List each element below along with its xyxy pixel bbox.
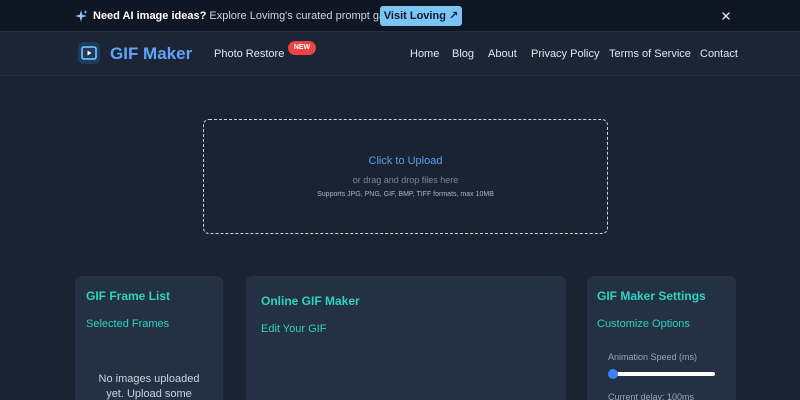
frame-list-panel: GIF Frame List Selected Frames No images… xyxy=(75,276,223,400)
gif-maker-panel: Online GIF Maker Edit Your GIF xyxy=(246,276,566,400)
announcement-body: Explore Lovimg's curated prompt gallery. xyxy=(206,10,408,22)
settings-title: GIF Maker Settings xyxy=(597,289,706,303)
nav-about[interactable]: About xyxy=(488,47,517,61)
animation-speed-label: Animation Speed (ms) xyxy=(608,352,698,362)
slider-thumb[interactable] xyxy=(608,369,618,379)
empty-message-line-2: yet. Upload some xyxy=(106,388,192,400)
site-header: GIF Maker Photo Restore NEW Home Blog Ab… xyxy=(0,33,800,76)
animation-speed-slider[interactable] xyxy=(610,372,715,376)
current-delay-text: Current delay: 100ms xyxy=(608,392,695,400)
settings-panel: GIF Maker Settings Customize Options Ani… xyxy=(587,276,736,400)
close-icon[interactable] xyxy=(719,9,733,23)
empty-message-line-1: No images uploaded xyxy=(98,373,200,385)
gif-maker-title: Online GIF Maker xyxy=(261,294,360,308)
sparkles-icon xyxy=(75,10,88,22)
nav-terms-of-service[interactable]: Terms of Service xyxy=(609,47,691,61)
announcement-bar: Need AI image ideas? Explore Lovimg's cu… xyxy=(0,0,800,32)
supported-formats-note: Supports JPG, PNG, GIF, BMP, TIFF format… xyxy=(317,191,494,198)
drag-drop-hint: or drag and drop files here xyxy=(352,175,459,185)
video-frame-icon[interactable] xyxy=(78,42,100,64)
upload-dropzone[interactable]: Click to Upload or drag and drop files h… xyxy=(203,119,608,234)
new-badge: NEW xyxy=(288,41,316,55)
nav-photo-restore[interactable]: Photo Restore xyxy=(214,47,284,61)
nav-contact[interactable]: Contact xyxy=(700,47,738,61)
nav-blog[interactable]: Blog xyxy=(452,47,474,61)
edit-your-gif-label: Edit Your GIF xyxy=(261,323,327,335)
nav-home[interactable]: Home xyxy=(410,47,439,61)
selected-frames-label: Selected Frames xyxy=(86,318,170,330)
empty-frames-message: No images uploaded yet. Upload some xyxy=(85,372,213,400)
frame-list-title: GIF Frame List xyxy=(86,289,171,303)
visit-loving-button[interactable]: Visit Loving ↗ xyxy=(380,6,462,26)
customize-options-label: Customize Options xyxy=(597,318,690,330)
brand-name[interactable]: GIF Maker xyxy=(110,43,192,65)
announcement-text: Need AI image ideas? Explore Lovimg's cu… xyxy=(93,9,408,23)
nav-privacy-policy[interactable]: Privacy Policy xyxy=(531,47,599,61)
announcement-bold: Need AI image ideas? xyxy=(93,10,207,22)
click-to-upload-link[interactable]: Click to Upload xyxy=(204,154,607,168)
